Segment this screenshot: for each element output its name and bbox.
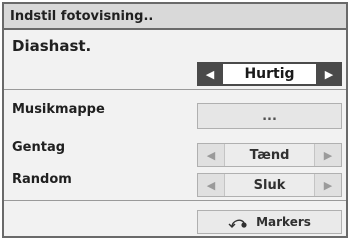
dialog-title: Indstil fotovisning.. xyxy=(4,4,346,30)
slide-speed-selector[interactable]: ◀ Hurtig ▶ xyxy=(197,62,342,86)
triangle-left-icon[interactable]: ◀ xyxy=(197,62,223,86)
music-folder-button[interactable]: ... xyxy=(197,103,342,129)
return-arrow-icon xyxy=(228,215,248,229)
repeat-label: Gentag xyxy=(12,140,66,155)
repeat-selector[interactable]: ◀ Tænd ▶ xyxy=(197,143,342,167)
random-label: Random xyxy=(12,172,72,187)
music-folder-label: Musikmappe xyxy=(12,102,105,117)
markers-label: Markers xyxy=(256,215,311,229)
triangle-left-icon[interactable]: ◀ xyxy=(198,144,224,166)
repeat-value: Tænd xyxy=(224,144,315,166)
triangle-right-icon[interactable]: ▶ xyxy=(315,174,341,196)
footer-divider xyxy=(4,200,346,201)
random-value: Sluk xyxy=(224,174,315,196)
triangle-right-icon[interactable]: ▶ xyxy=(316,62,342,86)
slide-speed-value: Hurtig xyxy=(223,62,316,86)
random-selector[interactable]: ◀ Sluk ▶ xyxy=(197,173,342,197)
markers-button[interactable]: Markers xyxy=(197,210,342,234)
section-divider xyxy=(4,89,346,90)
photo-settings-dialog: Indstil fotovisning.. Diashast. ◀ Hurtig… xyxy=(2,2,348,238)
slide-speed-label: Diashast. xyxy=(12,37,92,55)
triangle-right-icon[interactable]: ▶ xyxy=(315,144,341,166)
triangle-left-icon[interactable]: ◀ xyxy=(198,174,224,196)
